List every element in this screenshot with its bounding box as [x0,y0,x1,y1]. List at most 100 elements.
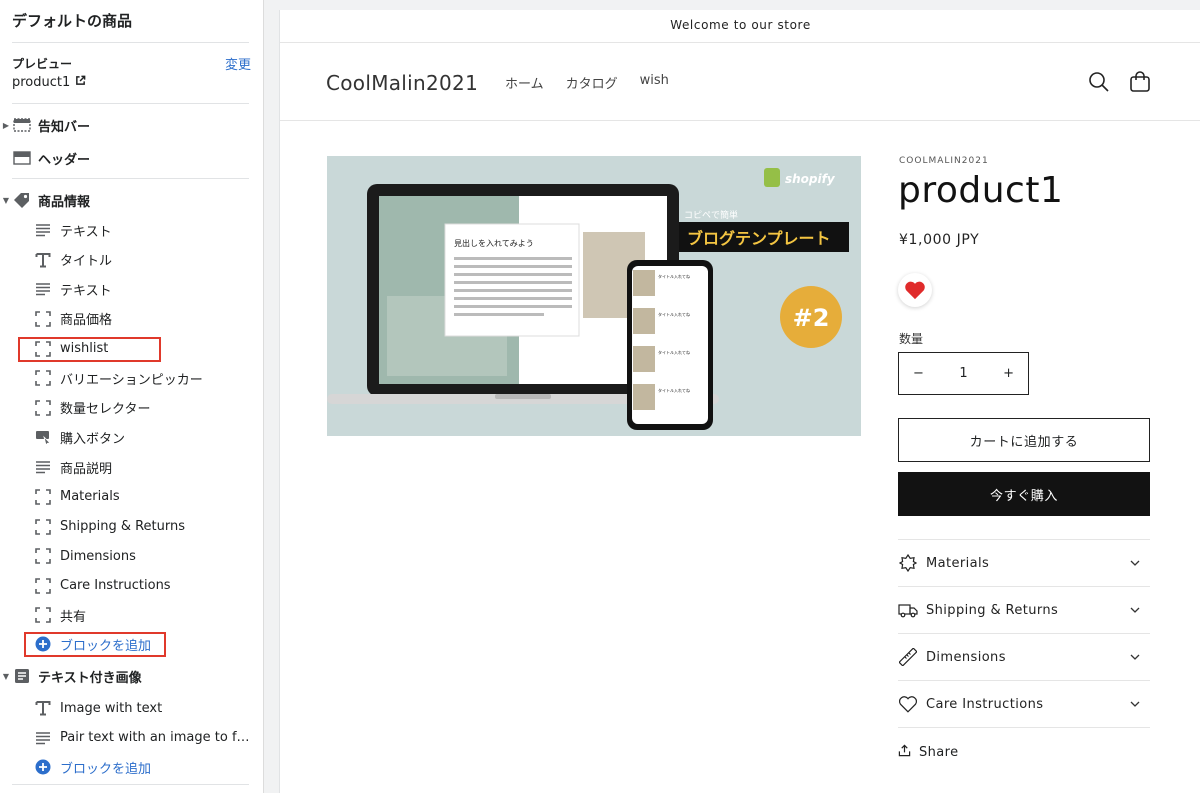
nav-wish[interactable]: wish [640,73,669,92]
theme-editor: デフォルトの商品 プレビュー 変更 product1 ▶ 告知バー ヘッダー ▼… [0,0,1200,793]
quantity-minus-button[interactable]: − [913,366,924,381]
chevron-down-icon [1130,650,1140,665]
block-item[interactable]: タイトル [34,247,256,273]
phone-item-title: タイトル入れてね [658,387,690,393]
block-item[interactable]: Image with text [34,695,256,721]
share-button[interactable]: Share [898,744,959,761]
quantity-plus-button[interactable]: + [1003,366,1014,381]
accordion-label: Dimensions [926,649,1006,665]
accordion-label: Materials [926,555,990,571]
add-block-button[interactable]: ブロックを追加 [34,754,256,780]
block-item[interactable]: 共有 [34,602,256,628]
accordion-shipping-returns[interactable]: Shipping & Returns [898,586,1150,633]
quantity-label: 数量 [899,332,924,346]
block-label: Care Instructions [60,578,171,594]
add-to-cart-button[interactable]: カートに追加する [898,418,1150,462]
accordion-materials[interactable]: Materials [898,539,1150,586]
share-label: Share [919,745,959,760]
external-link-icon[interactable] [75,75,86,90]
caret-down-icon[interactable]: ▼ [0,196,12,205]
block-item[interactable]: Dimensions [34,543,256,569]
ruler-icon [898,647,918,667]
block-item[interactable]: Care Instructions [34,573,256,599]
block-item[interactable]: 購入ボタン [34,425,256,451]
block-item[interactable]: テキスト [34,276,256,302]
block-label: Shipping & Returns [60,519,186,534]
block-label: 商品説明 [60,461,113,477]
preview-label: プレビュー [12,57,73,71]
caret-right-icon[interactable]: ▶ [0,121,12,130]
block-label: バリエーションピッカー [60,372,203,388]
block-item[interactable]: Shipping & Returns [34,514,256,540]
nav-catalog[interactable]: カタログ [566,73,618,92]
section-image-with-text[interactable]: ▼ テキスト付き画像 [0,663,250,689]
nav-home[interactable]: ホーム [505,73,544,92]
product-media-image[interactable]: 見出しを入れてみよう タイトル入れてね タイトル入れてね タイトル入れてね タイ… [327,156,861,436]
highlight-wishlist [18,337,161,362]
block-label: Materials [60,489,120,505]
accordion-label: Care Instructions [926,696,1044,712]
banner-tagline: コピペで簡単 [684,209,738,221]
materials-icon [898,553,918,573]
quantity-stepper: − 1 + [898,352,1029,395]
divider [12,178,249,179]
block-label: 商品価格 [60,313,113,329]
block-label: 数量セレクター [60,402,151,418]
block-item[interactable]: 商品価格 [34,306,256,332]
section-announcement-bar[interactable]: ▶ 告知バー [0,112,250,138]
text-icon [34,280,52,298]
chevron-down-icon [1130,556,1140,571]
cart-icon[interactable] [1129,71,1151,93]
change-preview-link[interactable]: 変更 [225,54,251,73]
block-item[interactable]: 数量セレクター [34,395,256,421]
app-block-icon [34,310,52,328]
section-label: 告知バー [38,119,91,135]
block-label: テキスト [60,224,112,240]
preview-product-name: product1 [12,75,71,90]
store-header: CoolMalin2021 ホーム カタログ wish [280,43,1200,121]
block-label: 共有 [60,609,87,625]
text-icon [34,729,52,747]
caret-down-icon[interactable]: ▼ [0,672,12,681]
store-logo[interactable]: CoolMalin2021 [326,71,478,95]
app-block-icon [34,518,52,536]
chevron-down-icon [1130,697,1140,712]
preview-product[interactable]: product1 [12,75,86,90]
text-icon [34,458,52,476]
search-icon[interactable] [1088,71,1110,93]
truck-icon [898,600,918,620]
block-item[interactable]: Materials [34,484,256,510]
block-label: Dimensions [60,548,136,564]
block-item[interactable]: テキスト [34,217,256,243]
section-product-information[interactable]: ▼ 商品情報 [0,187,250,213]
screen-heading: 見出しを入れてみよう [454,238,534,248]
text-icon [34,221,52,239]
product-price: ¥1,000 JPY [899,232,980,248]
main-nav: ホーム カタログ wish [505,73,669,92]
quantity-value[interactable]: 1 [959,366,967,381]
block-label: 購入ボタン [60,432,126,448]
buy-now-button[interactable]: 今すぐ購入 [898,472,1150,516]
block-item[interactable]: Pair text with an image to focu... [34,725,256,751]
section-label: ヘッダー [38,152,91,168]
block-label: タイトル [60,254,113,270]
accordion-care-instructions[interactable]: Care Instructions [898,680,1150,727]
title-icon [34,699,52,717]
block-item[interactable]: バリエーションピッカー [34,365,256,391]
app-block-icon [34,488,52,506]
section-header[interactable]: ヘッダー [0,145,250,171]
block-item[interactable]: 商品説明 [34,454,256,480]
plus-circle-icon [34,758,52,776]
editor-sidebar: デフォルトの商品 プレビュー 変更 product1 ▶ 告知バー ヘッダー ▼… [0,0,264,793]
product-title: product1 [898,170,1064,211]
image-text-icon [12,667,32,685]
store-preview: Welcome to our store CoolMalin2021 ホーム カ… [279,10,1200,793]
wishlist-heart-button[interactable] [898,273,932,307]
chevron-down-icon [1130,603,1140,618]
accordion-label: Shipping & Returns [926,602,1059,618]
app-block-icon [34,606,52,624]
tag-icon [12,191,32,209]
accordion-dimensions[interactable]: Dimensions [898,633,1150,680]
block-label: テキスト [60,283,112,299]
share-icon [898,744,911,761]
